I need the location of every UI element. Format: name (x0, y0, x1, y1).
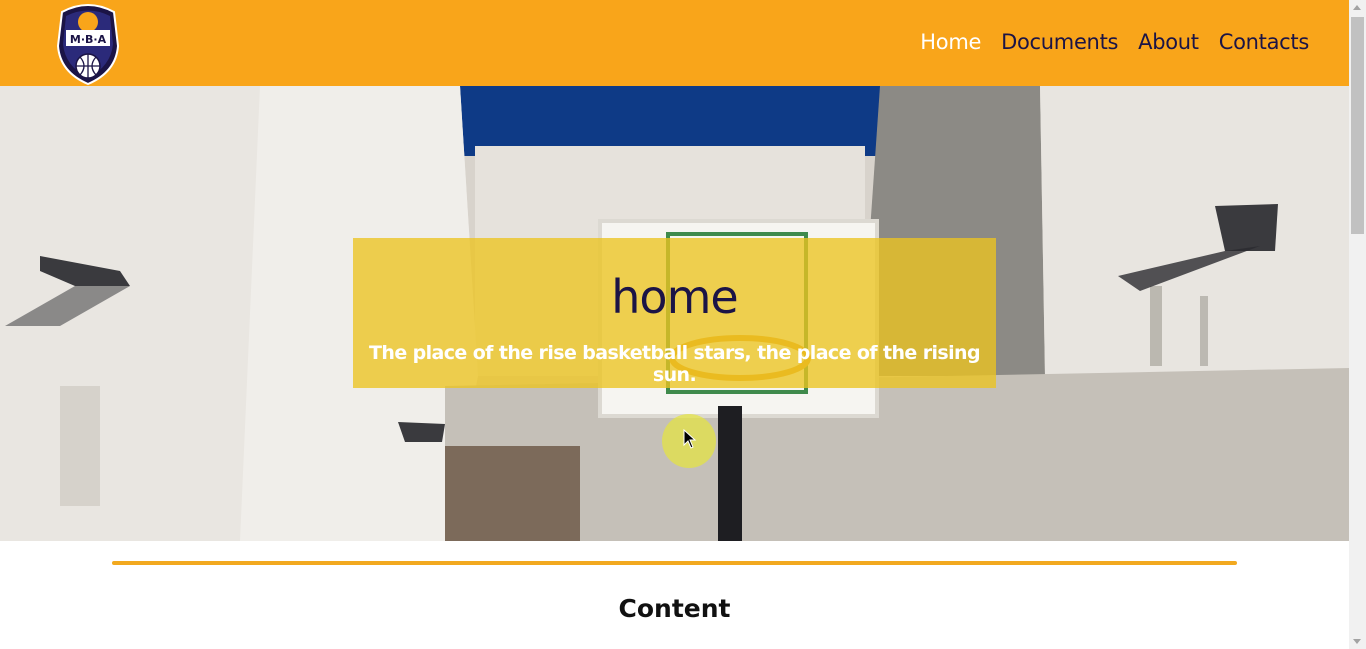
hero-subtitle: The place of the rise basketball stars, … (369, 342, 981, 386)
hero-caption-box: home The place of the rise basketball st… (353, 238, 996, 388)
main-nav: Home Documents About Contacts (920, 30, 1309, 54)
section-divider (112, 561, 1237, 565)
mba-crest-icon: M·B·A (56, 4, 120, 86)
mouse-pointer-icon (683, 429, 697, 449)
scroll-up-arrow-icon[interactable] (1353, 5, 1361, 10)
nav-home-link[interactable]: Home (920, 30, 981, 54)
nav-contacts-link[interactable]: Contacts (1219, 30, 1310, 54)
content-heading: Content (618, 594, 731, 623)
scrollbar-thumb[interactable] (1351, 17, 1364, 234)
nav-documents-link[interactable]: Documents (1001, 30, 1118, 54)
page-scrollbar[interactable] (1349, 0, 1366, 649)
hero-title: home (611, 270, 738, 324)
mba-logo[interactable]: M·B·A (52, 2, 124, 86)
scroll-down-arrow-icon[interactable] (1353, 639, 1361, 644)
svg-text:M·B·A: M·B·A (70, 33, 107, 46)
page: M·B·A Home Documents About Contacts home… (0, 0, 1349, 649)
nav-about-link[interactable]: About (1138, 30, 1199, 54)
navbar: M·B·A Home Documents About Contacts (0, 0, 1349, 86)
hero-banner: home The place of the rise basketball st… (0, 86, 1349, 541)
